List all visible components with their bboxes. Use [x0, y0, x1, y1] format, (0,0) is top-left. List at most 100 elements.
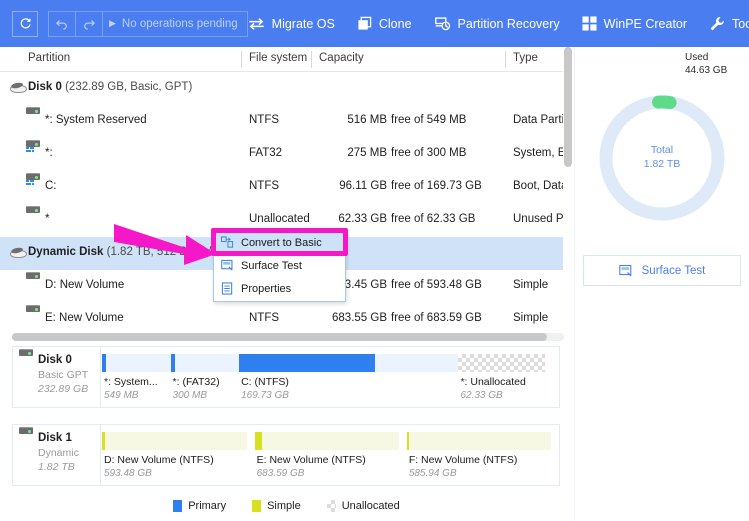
disk-map-card-disk0[interactable]: Disk 0 Basic GPT 232.89 GB *: System... …	[12, 346, 560, 408]
partition-manager-window: ▶ No operations pending Migrate OS Clone…	[0, 0, 749, 521]
column-header-partition[interactable]: Partition	[28, 52, 70, 64]
menu-item-convert-to-basic[interactable]: Convert to Basic	[214, 231, 345, 254]
column-header-type[interactable]: Type	[513, 52, 538, 64]
menu-item-properties[interactable]: Properties	[214, 277, 345, 300]
winpe-creator-label: WinPE Creator	[603, 16, 688, 31]
legend-label: Unallocated	[341, 500, 400, 512]
tools-button[interactable]: Tools	[709, 16, 749, 32]
disk-map-segment[interactable]: D: New Volume (NTFS) 593.48 GB	[102, 425, 255, 485]
disk-map-info: Disk 1 Dynamic 1.82 TB	[13, 425, 101, 485]
total-value: 1.82 TB	[643, 158, 681, 170]
segment-label: F: New Volume (NTFS)	[408, 454, 518, 466]
tools-label: Tools	[732, 16, 749, 31]
partition-filesystem: NTFS	[249, 312, 280, 324]
toolbar-right-group: Migrate OS Clone Partition Recovery WinP…	[248, 16, 749, 32]
segment-label: *: System...	[104, 376, 158, 388]
menu-item-surface-test[interactable]: Surface Test	[214, 254, 345, 277]
disk-detail: (232.89 GB, Basic, GPT)	[65, 81, 193, 93]
surface-test-button[interactable]: Surface Test	[583, 255, 741, 286]
table-row-c-drive[interactable]: C: NTFS 96.11 GB free of 169.73 GB Boot,…	[0, 171, 573, 204]
winpe-creator-button[interactable]: WinPE Creator	[582, 16, 687, 31]
partition-capacity-total: free of 683.59 GB	[391, 312, 482, 324]
disk-map-segment[interactable]: C: (NTFS) 169.73 GB	[239, 347, 459, 407]
toolbar-left-group: ▶ No operations pending	[0, 10, 248, 37]
partition-list-vscrollbar[interactable]	[563, 47, 573, 328]
disk-map-segment[interactable]: F: New Volume (NTFS) 585.94 GB	[406, 425, 559, 485]
pending-label: No operations pending	[121, 17, 238, 30]
winpe-icon	[582, 16, 597, 31]
column-header-capacity[interactable]: Capacity	[319, 52, 364, 64]
partition-name: *	[45, 213, 50, 225]
apply-operations-button[interactable]: ▶ No operations pending	[103, 12, 247, 36]
partition-recovery-button[interactable]: Partition Recovery	[434, 16, 560, 31]
partition-type: Data Partiti	[513, 114, 570, 126]
partition-capacity-total: free of 593.48 GB	[391, 279, 482, 291]
segment-size: 585.94 GB	[408, 468, 457, 479]
segment-bar	[254, 432, 400, 450]
migrate-icon	[248, 17, 265, 31]
segment-bar	[102, 432, 247, 450]
disk-map-segment[interactable]: *: System... 549 MB	[102, 347, 171, 407]
disk-info-panel: Used 44.63 GB Total 1.82 TB Surface Test	[574, 47, 749, 521]
disk-map-card-disk1[interactable]: Disk 1 Dynamic 1.82 TB D: New Volume (NT…	[12, 424, 560, 486]
partition-capacity-free: 683.55 GB	[332, 312, 387, 324]
partition-name: *:	[45, 147, 53, 159]
segment-label: *: Unallocated	[460, 376, 526, 388]
partition-list-hscrollbar[interactable]	[0, 328, 573, 346]
table-row-disk0[interactable]: Disk 0 (232.89 GB, Basic, GPT)	[0, 72, 573, 105]
segment-bar	[102, 354, 171, 372]
disk-usage-donut: Total 1.82 TB	[589, 85, 735, 231]
total-title: Total	[650, 144, 674, 156]
redo-icon[interactable]	[76, 11, 103, 36]
properties-icon	[221, 282, 234, 295]
partition-filesystem: FAT32	[249, 147, 283, 159]
migrate-os-label: Migrate OS	[271, 16, 335, 31]
scrollbar-thumb[interactable]	[564, 47, 572, 167]
column-divider[interactable]	[311, 51, 312, 68]
disk-map-subtitle: Basic GPT	[38, 369, 89, 381]
clone-button[interactable]: Clone	[357, 16, 412, 31]
column-divider[interactable]	[505, 51, 506, 68]
disk-map-segments: *: System... 549 MB *: (FAT32) 300 MB C:…	[102, 347, 559, 407]
annotation-arrow-icon	[114, 224, 216, 265]
segment-label: E: New Volume (NTFS)	[256, 454, 366, 466]
legend-swatch	[252, 500, 262, 512]
migrate-os-button[interactable]: Migrate OS	[248, 17, 335, 31]
partition-capacity-total: free of 62.33 GB	[391, 213, 476, 225]
disk-map-info: Disk 0 Basic GPT 232.89 GB	[13, 347, 101, 407]
used-readout: Used 44.63 GB	[685, 51, 727, 77]
disk-name: Disk 0	[28, 81, 62, 93]
disk-map-subtitle: Dynamic	[38, 447, 79, 459]
disk-map-size: 232.89 GB	[38, 383, 89, 395]
segment-size: 300 MB	[172, 390, 208, 401]
scrollbar-thumb[interactable]	[12, 333, 547, 341]
disk-map-segment[interactable]: *: (FAT32) 300 MB	[170, 347, 240, 407]
clone-label: Clone	[378, 16, 412, 31]
disk-map-segment[interactable]: *: Unallocated 62.33 GB	[458, 347, 559, 407]
segment-bar	[458, 354, 545, 372]
segment-size: 683.59 GB	[256, 468, 305, 479]
context-menu: Convert to Basic Surface Test Properties	[213, 230, 346, 302]
table-row-efi[interactable]: *: FAT32 275 MB free of 300 MB System, E…	[0, 138, 573, 171]
used-title: Used	[685, 52, 709, 63]
segment-size: 549 MB	[104, 390, 139, 401]
legend-swatch	[326, 500, 336, 512]
refresh-icon[interactable]	[12, 10, 38, 37]
partition-name: *: System Reserved	[45, 114, 147, 126]
used-value: 44.63 GB	[685, 65, 728, 76]
partition-recovery-icon	[434, 16, 451, 31]
disk-map: Disk 0 Basic GPT 232.89 GB *: System... …	[0, 346, 573, 491]
partition-capacity-total: free of 549 MB	[391, 114, 467, 126]
column-header-filesystem[interactable]: File system	[249, 52, 307, 64]
surface-test-icon	[618, 264, 633, 278]
legend-item-simple: Simple	[252, 500, 301, 512]
segment-bar	[239, 354, 459, 372]
menu-item-label: Properties	[241, 282, 292, 295]
table-row-system-reserved[interactable]: *: System Reserved NTFS 516 MB free of 5…	[0, 105, 573, 138]
column-divider[interactable]	[241, 51, 242, 68]
table-row-e-volume[interactable]: E: New Volume NTFS 683.55 GB free of 683…	[0, 303, 573, 328]
disk-map-segment[interactable]: E: New Volume (NTFS) 683.59 GB	[254, 425, 407, 485]
partition-type: Boot, Data	[513, 180, 568, 192]
undo-icon[interactable]	[49, 11, 76, 36]
play-icon: ▶	[109, 18, 116, 28]
